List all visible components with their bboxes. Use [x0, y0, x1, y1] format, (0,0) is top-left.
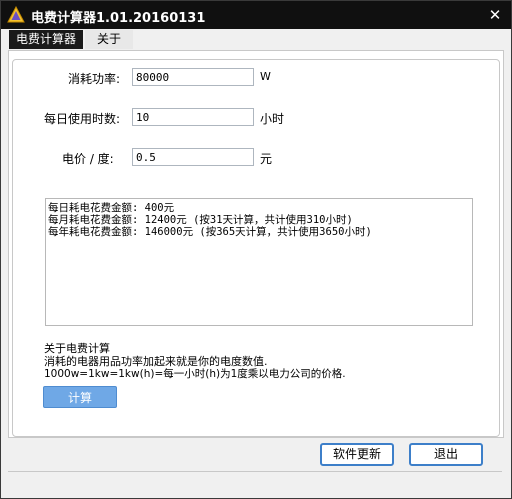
window-title: 电费计算器1.01.20160131	[31, 11, 206, 26]
price-input[interactable]: 0.5	[132, 148, 254, 166]
price-unit: 元	[260, 152, 273, 166]
hours-label: 每日使用时数:	[44, 112, 121, 126]
software-update-button[interactable]: 软件更新	[320, 443, 394, 466]
power-unit: W	[260, 70, 271, 83]
warning-triangle-icon	[7, 5, 25, 24]
price-label: 电价 / 度:	[62, 152, 114, 166]
result-textarea[interactable]: 每日耗电花费金额: 400元 每月耗电花费金额: 12400元 (按31天计算，…	[45, 198, 473, 326]
exit-button[interactable]: 退出	[409, 443, 483, 466]
power-input[interactable]: 80000	[132, 68, 254, 86]
hours-unit: 小时	[260, 112, 285, 126]
calculate-button[interactable]: 计算	[43, 386, 117, 408]
title-bar[interactable]: 电费计算器1.01.20160131 ✕	[1, 1, 511, 29]
tab-about[interactable]: 关于	[85, 30, 133, 49]
tab-calculator[interactable]: 电费计算器	[9, 30, 83, 49]
about-line-2: 1000w=1kw=1kw(h)=每一小时(h)为1度乘以电力公司的价格.	[44, 368, 346, 380]
status-bar	[8, 471, 502, 472]
close-icon[interactable]: ✕	[485, 5, 505, 25]
tab-bar: 电费计算器 关于	[3, 29, 509, 50]
hours-input[interactable]: 10	[132, 108, 254, 126]
power-label: 消耗功率:	[68, 72, 121, 86]
